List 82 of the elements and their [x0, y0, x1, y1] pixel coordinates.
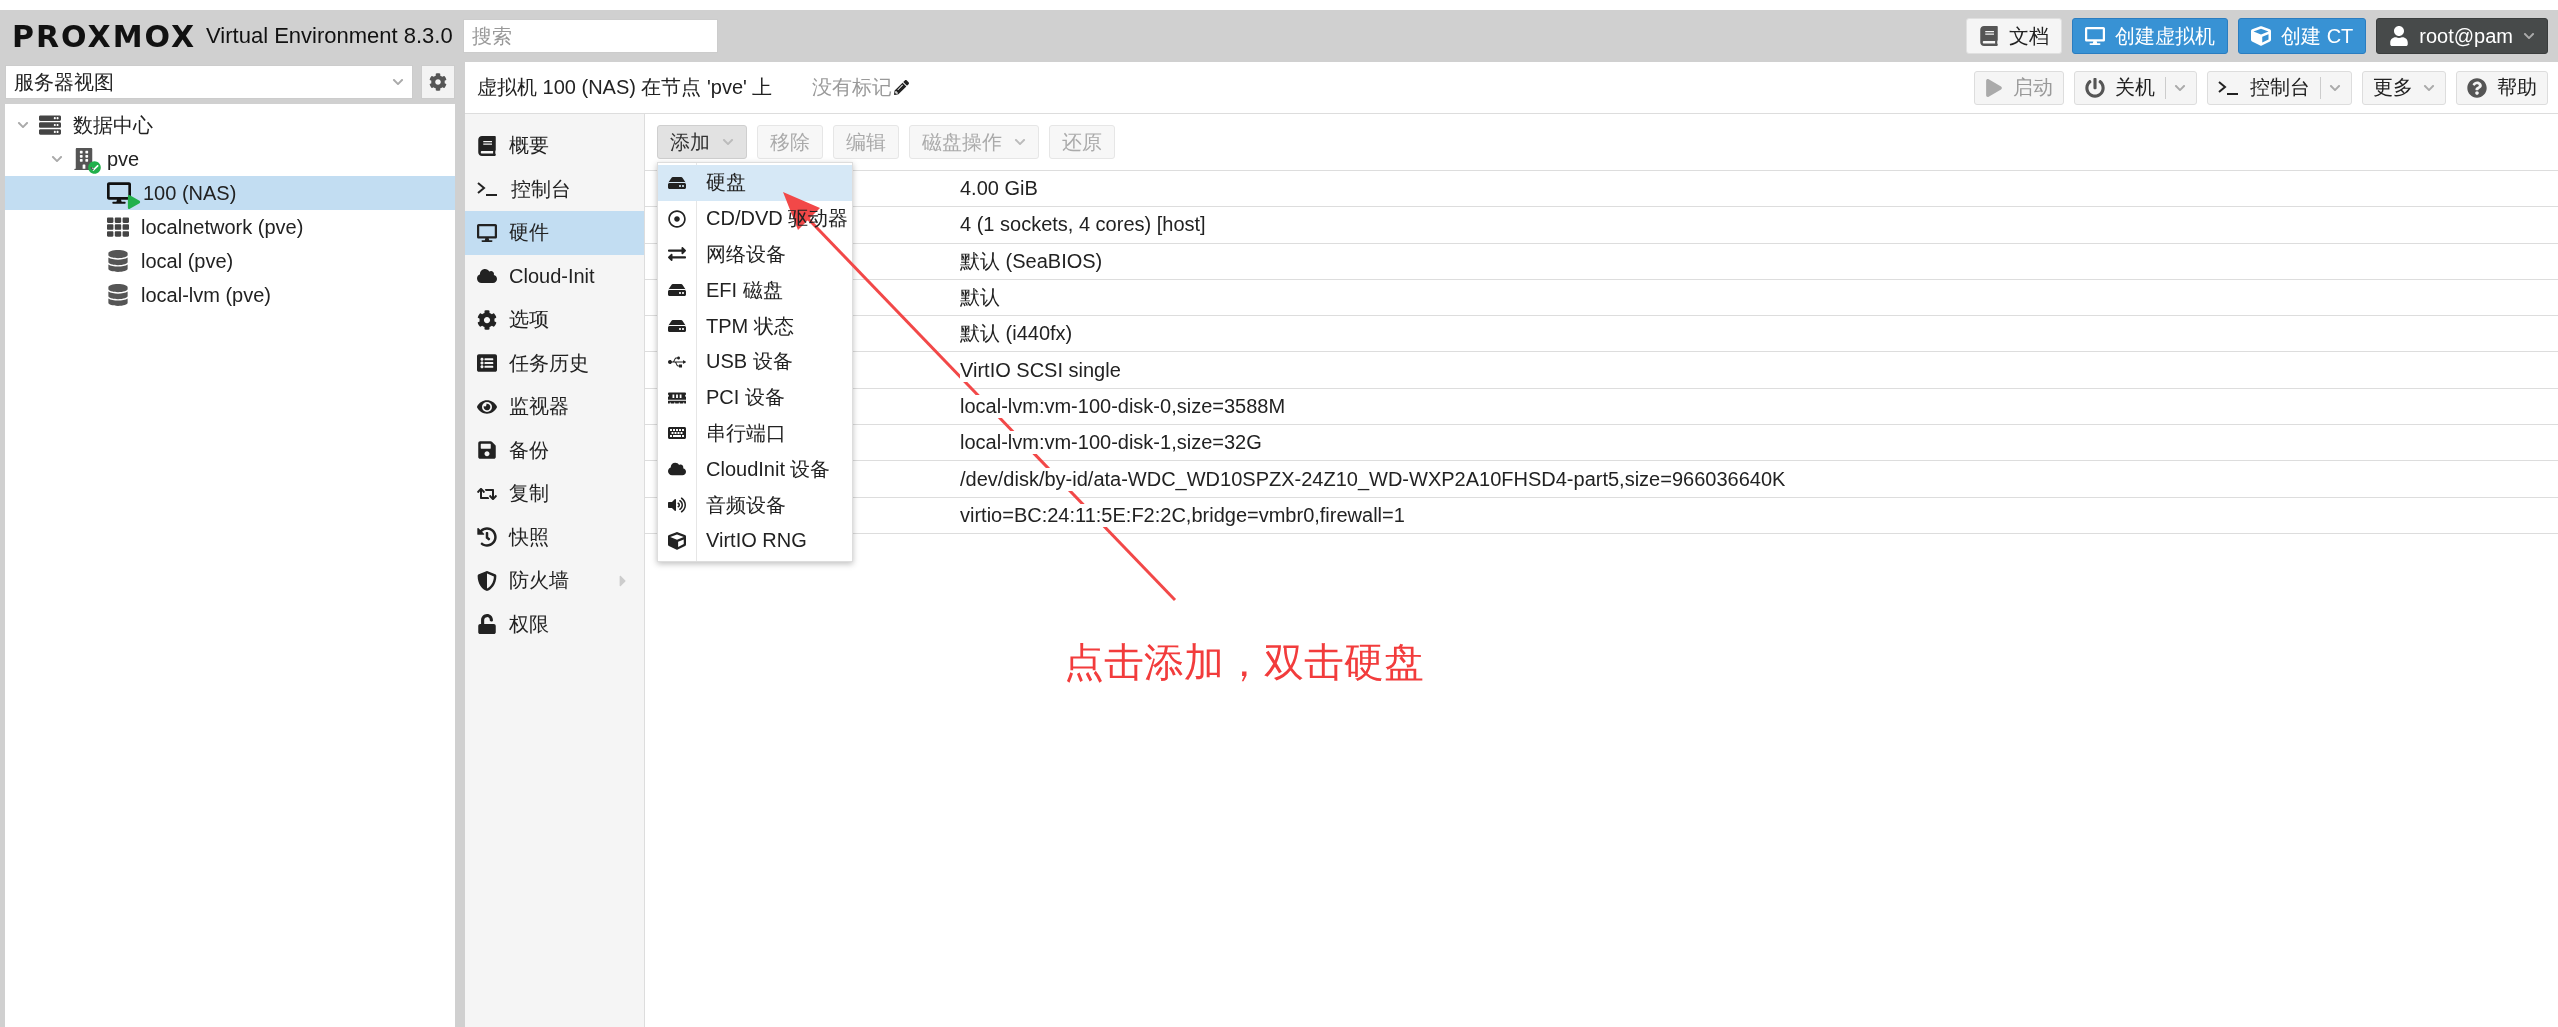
table-cell: virtio=BC:24:11:5E:F2:2C,bridge=vmbr0,firewall=1 — [960, 503, 1405, 527]
menu-item[interactable]: USB 设备 — [658, 344, 852, 380]
toolbar-button[interactable]: 关机 — [2074, 70, 2197, 105]
terminal-icon — [2218, 79, 2240, 96]
floppy-icon — [477, 440, 497, 461]
cube-icon — [2251, 26, 2272, 46]
table-cell: /dev/disk/by-id/ata-WDC_WD10SPZX-24Z10_WD-WXP2A10FHSD4-part5,size=966036640K — [960, 467, 1786, 491]
play-icon — [1985, 78, 2003, 97]
server-rack-icon — [39, 114, 61, 136]
menu-item[interactable]: TPM 状态 — [658, 308, 852, 344]
book-icon — [1979, 26, 2000, 46]
nav-item[interactable]: 概要 — [465, 124, 644, 168]
table-cell: local-lvm:vm-100-disk-0,size=3588M — [960, 394, 1286, 418]
menu-item[interactable]: 网络设备 — [658, 236, 852, 273]
nav-item[interactable]: 权限 — [465, 602, 644, 646]
gear-icon — [477, 309, 497, 330]
version-label: Virtual Environment 8.3.0 — [206, 23, 453, 49]
menu-item[interactable]: 硬盘 — [658, 165, 852, 201]
table-cell: 4 (1 sockets, 4 cores) [host] — [960, 213, 1206, 237]
monitor-icon — [477, 222, 497, 243]
search-field[interactable]: 搜索 — [462, 19, 718, 53]
unlock-icon — [477, 614, 497, 635]
terminal-icon — [477, 181, 499, 198]
play-icon — [127, 195, 141, 209]
menu-item[interactable]: 音频设备 — [658, 487, 852, 523]
toolbar-button[interactable]: 控制台 — [2207, 70, 2352, 105]
user-icon — [2389, 26, 2410, 46]
tree-item[interactable]: pve — [5, 142, 455, 176]
nav-item[interactable]: 硬件 — [465, 211, 644, 255]
nav-item[interactable]: Cloud-Init — [465, 254, 644, 298]
database-icon — [107, 284, 129, 306]
tree-item[interactable]: local (pve) — [5, 244, 455, 278]
book-icon — [477, 135, 497, 156]
nav-item[interactable]: 防火墙 — [465, 559, 644, 603]
expand-icon — [51, 153, 63, 165]
table-cell: local-lvm:vm-100-disk-1,size=32G — [960, 431, 1262, 455]
user-menu-button[interactable]: root@pam — [2376, 18, 2548, 54]
tree-item[interactable]: local-lvm (pve) — [5, 278, 455, 312]
vm-title: 虚拟机 100 (NAS) 在节点 'pve' 上 — [477, 75, 773, 100]
tree-item[interactable]: 100 (NAS) — [5, 176, 455, 210]
toolbar-button[interactable]: 更多 — [2362, 70, 2446, 105]
speaker-icon — [668, 496, 686, 515]
nav-item[interactable]: 备份 — [465, 428, 644, 472]
monitor-icon — [2085, 26, 2106, 46]
annotation-text: 点击添加，双击硬盘 — [1064, 639, 1424, 686]
list-icon — [477, 353, 497, 374]
exchange-icon — [668, 245, 686, 264]
history-icon — [477, 527, 497, 548]
settings-icon — [429, 73, 447, 91]
caret-icon — [2523, 30, 2535, 42]
expand-icon — [17, 119, 29, 131]
shield-icon — [477, 570, 497, 591]
caret-icon — [392, 76, 404, 88]
nav-item[interactable]: 选项 — [465, 298, 644, 342]
toolbar-button[interactable]: 添加 — [657, 125, 747, 159]
menu-item[interactable]: VirtIO RNG — [658, 522, 852, 559]
nav-item[interactable]: 任务历史 — [465, 341, 644, 385]
monitor-icon — [107, 181, 131, 205]
caret-icon — [1014, 136, 1026, 148]
tree-item[interactable]: 数据中心 — [5, 108, 455, 142]
caret-icon — [722, 136, 734, 148]
menu-item[interactable]: PCI 设备 — [658, 379, 852, 416]
nav-item[interactable]: 快照 — [465, 515, 644, 559]
nav-item[interactable]: 监视器 — [465, 385, 644, 429]
menu-item[interactable]: CloudInit 设备 — [658, 451, 852, 488]
logo: PROXMOX — [12, 18, 197, 54]
help-icon — [2467, 77, 2487, 98]
menu-item[interactable]: EFI 磁盘 — [658, 272, 852, 309]
nav-item[interactable]: 复制 — [465, 472, 644, 516]
pencil-icon — [894, 80, 910, 95]
toolbar-button[interactable]: 帮助 — [2456, 70, 2548, 105]
settings-button[interactable] — [421, 65, 455, 99]
status-ok-icon — [88, 161, 101, 174]
menu-item[interactable]: 串行端口 — [658, 415, 852, 452]
building-icon — [73, 148, 95, 170]
grid-icon — [107, 216, 129, 238]
database-icon — [107, 250, 129, 272]
header-button[interactable]: 文档 — [1966, 18, 2063, 54]
power-icon — [2085, 77, 2105, 98]
nav-item[interactable]: 控制台 — [465, 167, 644, 211]
view-select[interactable]: 服务器视图 — [5, 65, 413, 99]
tree-item[interactable]: localnetwork (pve) — [5, 210, 455, 244]
